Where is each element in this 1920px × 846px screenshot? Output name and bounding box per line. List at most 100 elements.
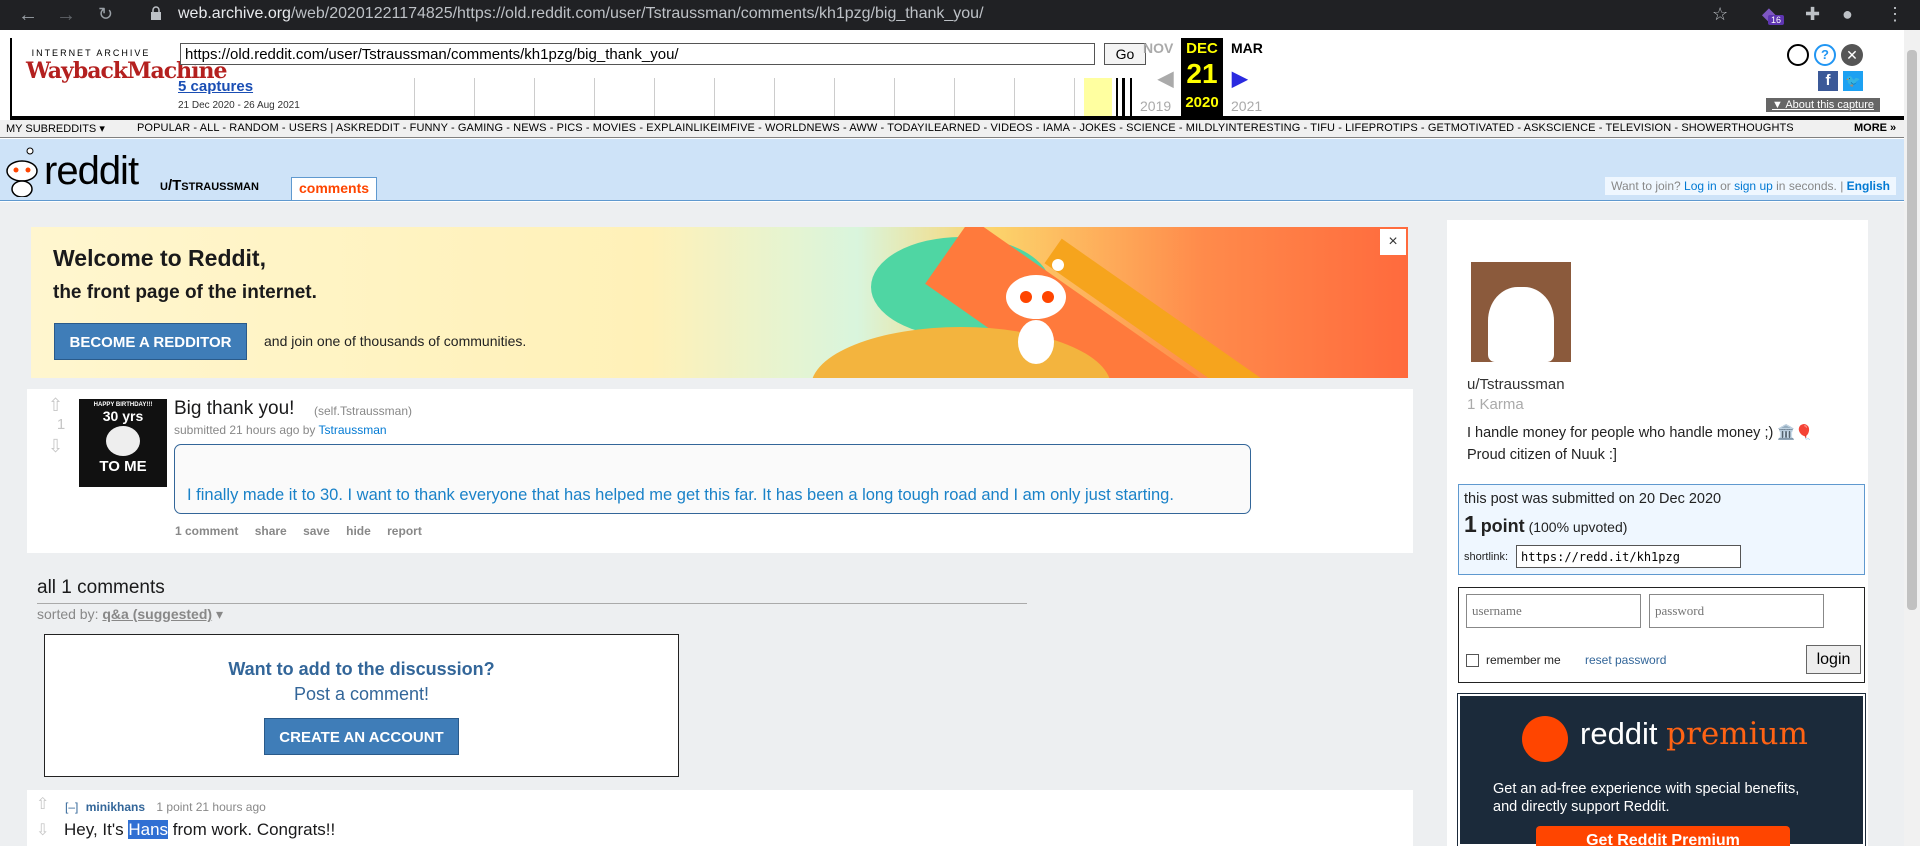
post-thumbnail[interactable]: HAPPY BIRTHDAY!!! 30 yrs TO ME: [79, 399, 167, 487]
forward-icon[interactable]: →: [56, 4, 76, 27]
save-link[interactable]: save: [303, 524, 330, 538]
report-link[interactable]: report: [387, 524, 422, 538]
reddit-wordmark[interactable]: reddit: [44, 149, 139, 194]
downvote-icon[interactable]: ⇩: [48, 436, 63, 457]
post-tagline: submitted 21 hours ago by Tstraussman: [174, 423, 387, 437]
welcome-banner: Welcome to Reddit, the front page of the…: [31, 227, 1408, 378]
page-user[interactable]: u/Tstraussman: [160, 177, 259, 194]
hide-link[interactable]: hide: [346, 524, 371, 538]
collapse-toggle[interactable]: [–]: [65, 800, 78, 814]
close-banner-icon[interactable]: ×: [1380, 229, 1406, 255]
remember-me-label: remember me: [1486, 653, 1561, 667]
wayback-toolbar: INTERNET ARCHIVE WaybackMachine Go 5 cap…: [10, 38, 1910, 120]
comment: ⇧ ⇩ [–] minikhans 1 point 21 hours ago H…: [27, 790, 1413, 846]
facebook-icon[interactable]: f: [1818, 71, 1838, 91]
reload-icon[interactable]: ↻: [98, 4, 113, 25]
post-title[interactable]: Big thank you!: [174, 398, 294, 420]
comments-link[interactable]: 1 comment: [175, 524, 238, 538]
sidebar-karma: 1 Karma: [1467, 396, 1524, 413]
snoo-mascot-icon: [1006, 259, 1066, 364]
wayback-logo[interactable]: INTERNET ARCHIVE WaybackMachine: [26, 48, 227, 84]
menu-icon[interactable]: ⋮: [1886, 4, 1904, 25]
profile-icon[interactable]: ●: [1842, 4, 1853, 25]
post-author-link[interactable]: Tstraussman: [319, 423, 387, 437]
scrollbar[interactable]: [1904, 30, 1920, 846]
sidebar-bio: I handle money for people who handle mon…: [1467, 425, 1814, 463]
next-capture-icon[interactable]: ▶: [1232, 66, 1247, 91]
login-form: remember me reset password login: [1458, 587, 1865, 683]
password-field[interactable]: [1649, 594, 1824, 628]
login-link[interactable]: Log in: [1684, 179, 1717, 193]
reddit-premium-icon: [1522, 716, 1568, 762]
banner-subtitle: the front page of the internet.: [53, 282, 317, 303]
comment-downvote-icon[interactable]: ⇩: [36, 820, 49, 840]
avatar[interactable]: [1471, 262, 1571, 362]
sidebar: u/Tstraussman 1 Karma I handle money for…: [1447, 220, 1868, 846]
snoo-logo-icon[interactable]: [4, 145, 40, 197]
language-link[interactable]: English: [1847, 179, 1890, 193]
current-capture-date: DEC 21 2020: [1181, 38, 1223, 120]
help-icon[interactable]: ?: [1814, 44, 1836, 66]
go-button[interactable]: Go: [1104, 43, 1146, 65]
login-prompt: Want to join? Log in or sign up in secon…: [1605, 177, 1896, 195]
add-comment-box: Want to add to the discussion? Post a co…: [44, 634, 679, 777]
account-icon[interactable]: [1787, 44, 1809, 66]
subreddit-links[interactable]: POPULAR - ALL - RANDOM - USERS | ASKREDD…: [137, 122, 1794, 134]
next-year[interactable]: 2021: [1231, 98, 1262, 114]
post-score: 1: [56, 416, 66, 433]
browser-toolbar: ← → ↻ web.archive.org/web/20201221174825…: [0, 0, 1920, 30]
share-link[interactable]: share: [255, 524, 287, 538]
chevron-down-icon[interactable]: ▾: [216, 606, 223, 622]
sort-dropdown[interactable]: q&a (suggested): [102, 606, 212, 622]
post-domain[interactable]: (self.Tstraussman): [314, 404, 412, 418]
back-icon[interactable]: ←: [18, 4, 38, 27]
capture-sparkline[interactable]: [354, 78, 1149, 116]
username-field[interactable]: [1466, 594, 1641, 628]
comment-upvote-icon[interactable]: ⇧: [36, 794, 49, 814]
close-wayback-icon[interactable]: ✕: [1841, 44, 1863, 66]
sidebar-username: u/Tstraussman: [1467, 376, 1565, 393]
prev-year[interactable]: 2019: [1140, 98, 1171, 114]
comment-meta: 1 point 21 hours ago: [156, 800, 266, 814]
captures-link[interactable]: 5 captures: [178, 78, 253, 95]
tab-comments[interactable]: comments: [291, 177, 378, 200]
comments-header: all 1 comments: [37, 577, 165, 598]
more-link[interactable]: MORE »: [1852, 122, 1897, 134]
signup-link[interactable]: sign up: [1734, 179, 1773, 193]
prev-capture-icon[interactable]: ◀: [1158, 66, 1173, 91]
banner-title: Welcome to Reddit,: [53, 245, 266, 271]
reset-password-link[interactable]: reset password: [1585, 653, 1666, 667]
comment-body: Hey, It's Hans from work. Congrats!!: [64, 820, 336, 839]
premium-ad: reddit premium Get an ad-free experience…: [1457, 693, 1866, 846]
banner-join-text: and join one of thousands of communities…: [264, 333, 527, 349]
extensions-puzzle-icon[interactable]: ✚: [1805, 4, 1820, 25]
address-bar[interactable]: web.archive.org/web/20201221174825/https…: [178, 5, 984, 23]
become-redditor-button[interactable]: BECOME A REDDITOR: [54, 323, 247, 360]
extension-badge: 16: [1768, 15, 1785, 25]
about-capture-link[interactable]: ▼ About this capture: [1766, 98, 1881, 112]
wayback-url-input[interactable]: [180, 43, 1095, 65]
prev-month[interactable]: NOV: [1143, 40, 1173, 56]
login-button[interactable]: login: [1806, 645, 1861, 674]
comment-sort: sorted by: q&a (suggested) ▾: [37, 606, 223, 622]
premium-title: reddit premium: [1580, 716, 1808, 752]
comment-author[interactable]: minikhans: [86, 800, 145, 814]
post-stats: this post was submitted on 20 Dec 2020 1…: [1458, 484, 1865, 575]
post-body: I finally made it to 30. I want to thank…: [174, 444, 1251, 514]
twitter-icon[interactable]: 🐦: [1843, 71, 1863, 91]
subreddit-bar: MY SUBREDDITS ▾ POPULAR - ALL - RANDOM -…: [0, 120, 1920, 138]
post: ⇧ 1 ⇩ HAPPY BIRTHDAY!!! 30 yrs TO ME Big…: [27, 389, 1413, 553]
comment-tagline: [–] minikhans 1 point 21 hours ago: [65, 800, 266, 814]
bookmark-star-icon[interactable]: ☆: [1712, 4, 1728, 25]
discussion-prompt: Want to add to the discussion?: [228, 659, 495, 679]
create-account-button[interactable]: CREATE AN ACCOUNT: [264, 718, 459, 755]
captures-range: 21 Dec 2020 - 26 Aug 2021: [178, 100, 300, 111]
my-subreddits-dropdown[interactable]: MY SUBREDDITS ▾: [6, 122, 105, 135]
get-premium-button[interactable]: Get Reddit Premium: [1536, 826, 1790, 846]
upvote-icon[interactable]: ⇧: [48, 395, 63, 416]
post-actions: 1 comment share save hide report: [175, 524, 435, 538]
post-comment-prompt: Post a comment!: [293, 684, 430, 704]
remember-me-checkbox[interactable]: [1466, 654, 1479, 667]
next-month[interactable]: MAR: [1231, 40, 1263, 56]
shortlink-field[interactable]: [1516, 545, 1741, 568]
